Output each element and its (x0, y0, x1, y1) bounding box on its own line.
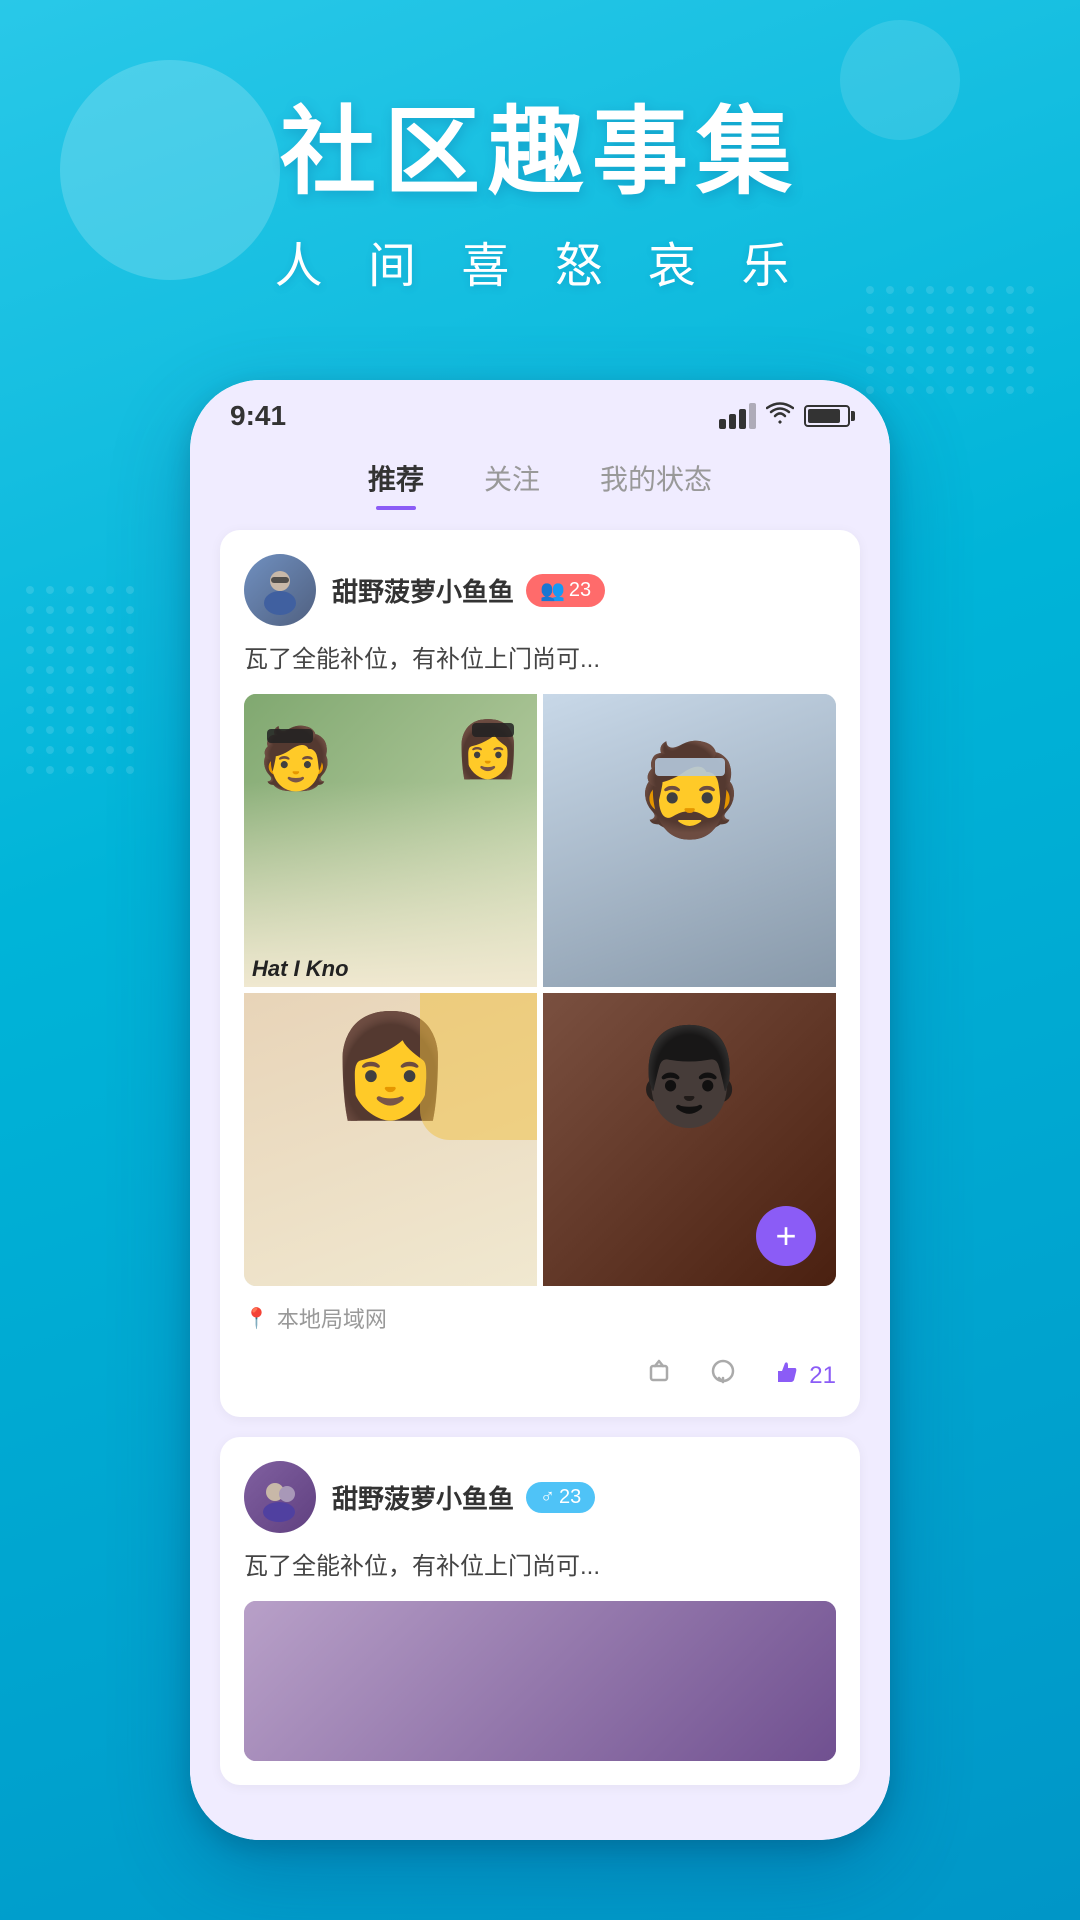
post-header-1: 甜野菠萝小鱼鱼 👥 23 (244, 554, 836, 626)
follower-badge-1: 👥 23 (526, 574, 605, 607)
post-image-1: 🧑 👩 Hat I Kno (244, 694, 537, 987)
follower-count-2: 23 (559, 1486, 581, 1509)
battery-fill (808, 409, 840, 423)
signal-bar-1 (719, 419, 726, 429)
follower-icon-2: ♂ (540, 1486, 555, 1509)
image-text-1: Hat I Kno (252, 956, 349, 982)
comment-icon-1 (709, 1358, 737, 1393)
username-2: 甜野菠萝小鱼鱼 (332, 1479, 514, 1516)
wifi-icon (766, 402, 794, 431)
phone-inner: 9:41 (190, 380, 890, 1840)
comment-button-1[interactable] (709, 1358, 737, 1393)
follower-badge-2: ♂ 23 (526, 1482, 595, 1513)
post-user-info-1: 甜野菠萝小鱼鱼 👥 23 (332, 572, 605, 609)
post-image-2: 🧔 (543, 694, 836, 987)
main-title: 社区趣事集 (0, 100, 1080, 206)
avatar-icon-2 (255, 1472, 305, 1522)
like-count-1: 21 (809, 1362, 836, 1390)
post-card-2: 甜野菠萝小鱼鱼 ♂ 23 瓦了全能补位，有补位上门尚可... (220, 1437, 860, 1785)
post-user-info-2: 甜野菠萝小鱼鱼 ♂ 23 (332, 1479, 595, 1516)
status-bar: 9:41 (190, 380, 890, 442)
like-button-1[interactable]: 21 (773, 1358, 836, 1393)
content-area: 甜野菠萝小鱼鱼 👥 23 瓦了全能补位，有补位上门尚可... 🧑 (190, 510, 890, 1840)
tab-navigation: 推荐 关注 我的状态 (190, 442, 890, 510)
signal-bar-3 (739, 409, 746, 429)
status-icons (719, 402, 850, 431)
tab-following[interactable]: 关注 (484, 458, 540, 510)
post-header-2: 甜野菠萝小鱼鱼 ♂ 23 (244, 1461, 836, 1533)
post-actions-1: 21 (244, 1350, 836, 1393)
location-tag-1: 📍 本地局域网 (244, 1302, 836, 1334)
bg-dots-pattern-left (20, 580, 140, 780)
phone-mockup: 9:41 (190, 380, 890, 1840)
signal-icon (719, 403, 756, 429)
post-text-1: 瓦了全能补位，有补位上门尚可... (244, 642, 836, 678)
header-section: 社区趣事集 人 间 喜 怒 哀 乐 (0, 100, 1080, 296)
avatar-2 (244, 1461, 316, 1533)
tab-my-status[interactable]: 我的状态 (600, 458, 712, 510)
follower-icon-1: 👥 (540, 578, 565, 603)
more-images-button[interactable]: + (756, 1206, 816, 1266)
battery-icon (804, 405, 850, 427)
tab-recommended[interactable]: 推荐 (368, 458, 424, 510)
preview-image-2 (244, 1601, 836, 1761)
location-icon-1: 📍 (244, 1306, 269, 1331)
location-text-1: 本地局域网 (277, 1302, 387, 1334)
post-image-3: 👩 (244, 993, 537, 1286)
post-card-1: 甜野菠萝小鱼鱼 👥 23 瓦了全能补位，有补位上门尚可... 🧑 (220, 530, 860, 1417)
share-icon-1 (645, 1358, 673, 1393)
username-1: 甜野菠萝小鱼鱼 (332, 572, 514, 609)
share-button-1[interactable] (645, 1358, 673, 1393)
signal-bar-2 (729, 414, 736, 429)
avatar-icon-1 (255, 565, 305, 615)
status-time: 9:41 (230, 400, 286, 432)
post-text-2: 瓦了全能补位，有补位上门尚可... (244, 1549, 836, 1585)
like-icon-1 (773, 1358, 801, 1393)
follower-count-1: 23 (569, 579, 591, 602)
signal-bar-4 (749, 403, 756, 429)
image-grid-1: 🧑 👩 Hat I Kno 🧔 (244, 694, 836, 1286)
sub-title: 人 间 喜 怒 哀 乐 (0, 226, 1080, 296)
avatar-1 (244, 554, 316, 626)
